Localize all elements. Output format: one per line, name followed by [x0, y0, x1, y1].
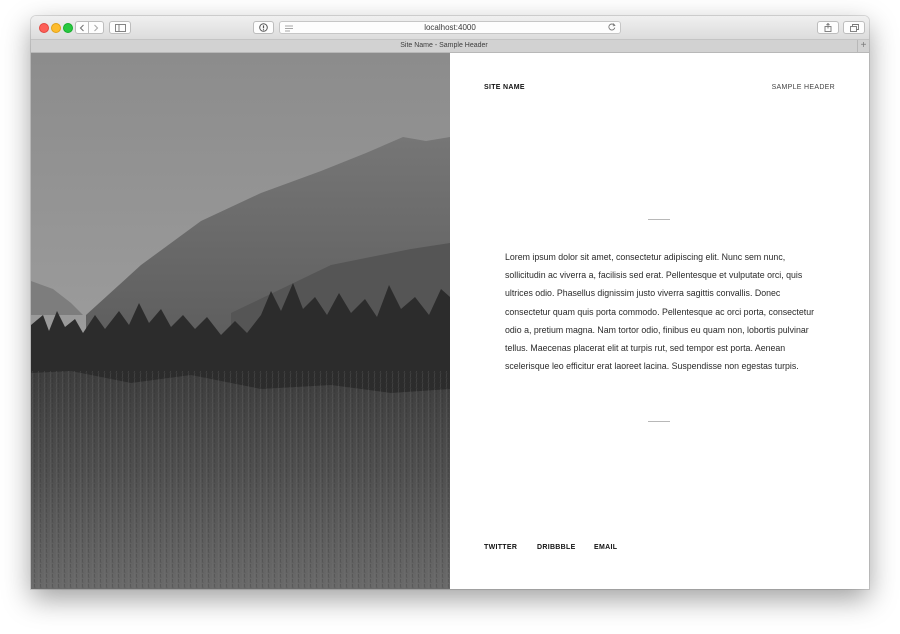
dribbble-link[interactable]: DRIBBBLE	[537, 544, 576, 551]
landscape-photo	[31, 53, 450, 589]
site-info-button[interactable]	[253, 21, 274, 34]
info-icon	[259, 23, 268, 32]
browser-toolbar: localhost:4000	[31, 16, 869, 40]
body-paragraph: Lorem ipsum dolor sit amet, consectetur …	[505, 252, 815, 372]
back-button[interactable]	[75, 21, 89, 34]
reload-icon[interactable]	[608, 23, 616, 34]
chevron-right-icon	[94, 24, 99, 31]
tab-overview-button[interactable]	[843, 21, 865, 34]
divider-top	[648, 219, 670, 220]
text-panel: SITE NAME SAMPLE HEADER Lorem ipsum dolo…	[450, 53, 869, 589]
sidebar-toggle-button[interactable]	[109, 21, 131, 34]
active-tab-title[interactable]: Site Name - Sample Header	[31, 40, 857, 52]
divider-bottom	[648, 421, 670, 422]
minimize-window-button[interactable]	[51, 23, 61, 33]
address-bar[interactable]: localhost:4000	[279, 21, 621, 34]
tabs-icon	[849, 23, 859, 32]
share-button[interactable]	[817, 21, 839, 34]
forward-button[interactable]	[89, 21, 104, 34]
email-link[interactable]: EMAIL	[594, 544, 617, 551]
share-icon	[824, 23, 832, 32]
zoom-window-button[interactable]	[63, 23, 73, 33]
twitter-link[interactable]: TWITTER	[484, 544, 517, 551]
sidebar-icon	[114, 23, 126, 32]
reader-icon[interactable]	[285, 24, 293, 35]
browser-window: localhost:4000 Site Name - Sample Header…	[31, 16, 869, 589]
page-content: SITE NAME SAMPLE HEADER Lorem ipsum dolo…	[31, 53, 869, 589]
new-tab-button[interactable]: +	[857, 40, 869, 52]
sample-header-link[interactable]: SAMPLE HEADER	[772, 84, 835, 91]
close-window-button[interactable]	[39, 23, 49, 33]
tab-bar: Site Name - Sample Header +	[31, 40, 869, 53]
chevron-left-icon	[79, 24, 84, 31]
address-text: localhost:4000	[424, 23, 476, 32]
site-name-link[interactable]: SITE NAME	[484, 84, 525, 91]
